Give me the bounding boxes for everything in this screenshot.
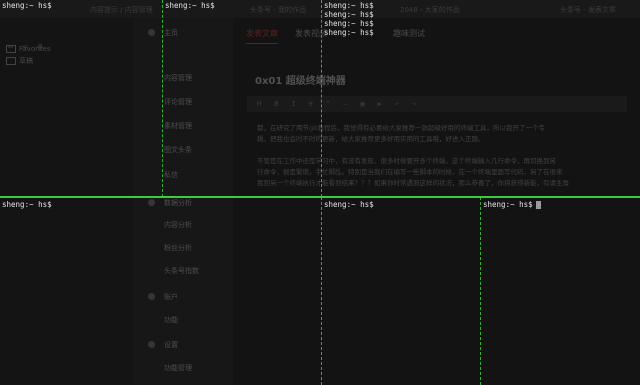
list-icon[interactable]: ≡ [309,100,313,108]
tab-publish-article[interactable]: 发表文章 [246,28,278,44]
terminal-pane[interactable]: sheng:~ hs$ sheng:~ hs$ sheng:~ hs$ shen… [324,1,638,37]
terminal-prompt: sheng:~ hs$ [324,19,374,28]
heading-icon[interactable]: H [257,100,261,108]
user-icon [148,293,155,300]
divider-icon[interactable]: — [343,100,347,108]
nav-item[interactable]: 内容管理 [164,73,192,83]
terminal-prompt: sheng:~ hs$ [324,10,374,19]
video-icon[interactable]: ▶ [378,100,382,108]
home-icon [148,29,155,36]
nav-item[interactable]: 图文头条 [164,145,192,155]
pane-horizontal-divider[interactable] [0,196,640,198]
pane-divider[interactable] [162,0,163,197]
terminal-pane[interactable]: sheng:~ hs$ [2,1,160,10]
nav-item[interactable]: 功能管理 [164,363,192,373]
pane-divider[interactable] [321,0,322,197]
article-paragraph: 不管是在工作中还是学习中，有没有发现，很多时候要开多个终端，这个终端输入几行命令… [257,157,569,187]
terminal-pane[interactable]: sheng:~ hs$ [324,200,478,209]
nav-item[interactable]: 主页 [164,28,178,38]
image-icon[interactable]: ▣ [360,100,364,108]
favorites-item[interactable]: Favorites [6,45,51,53]
nav-item[interactable]: 素材管理 [164,121,192,131]
redo-icon[interactable]: ↷ [412,100,416,108]
terminal-prompt: sheng:~ hs$ [324,200,374,209]
folder-icon [6,45,16,53]
nav-item[interactable]: 账户 [164,292,178,302]
terminal-prompt: sheng:~ hs$ [2,1,52,10]
terminal-prompt: sheng:~ hs$ [165,1,215,10]
terminal-pane[interactable]: sheng:~ hs$ [2,200,318,209]
nav-item[interactable]: 内容分析 [164,220,192,230]
nav-item[interactable]: 功能 [164,315,178,325]
article-title[interactable]: 0x01 超级终端神器 [255,72,346,87]
nav-item[interactable]: 头条号指数 [164,266,199,276]
text-cursor [535,200,541,209]
quote-icon[interactable]: “ [326,100,330,108]
terminal-prompt: sheng:~ hs$ [2,200,52,209]
pane-divider[interactable] [480,197,481,385]
tab-publish-video[interactable]: 发表视频 [295,28,327,39]
nav-item[interactable]: 私信 [164,170,178,180]
italic-icon[interactable]: I [291,100,295,108]
settings-icon [148,341,155,348]
background-window: 内容提示 / 内容管理 头条号 - 我的作品 2048 - 大家的作品 头条号 … [0,0,640,385]
terminal-prompt: sheng:~ hs$ [324,1,374,10]
terminal-pane-active[interactable]: sheng:~ hs$ [483,200,638,209]
terminal-prompt: sheng:~ hs$ [483,200,638,209]
terminal-pane[interactable]: sheng:~ hs$ [165,1,319,10]
article-paragraph: 都，在研究了两节git教程后，我觉得有必要给大家推荐一款超级好用的终端工具，所以… [257,124,545,143]
nav-item[interactable]: 评论管理 [164,97,192,107]
nav-item[interactable]: 粉丝分析 [164,243,192,253]
folder-icon [6,57,16,65]
editor-toolbar: H B I ≡ “ — ▣ ▶ ↶ ↷ [247,96,627,112]
undo-icon[interactable]: ↶ [395,100,399,108]
nav-item[interactable]: 设置 [164,340,178,350]
bold-icon[interactable]: B [274,100,278,108]
terminal-prompt: sheng:~ hs$ [324,28,374,37]
favorites-item[interactable]: 草稿 [6,56,33,66]
pane-divider[interactable] [321,197,322,385]
